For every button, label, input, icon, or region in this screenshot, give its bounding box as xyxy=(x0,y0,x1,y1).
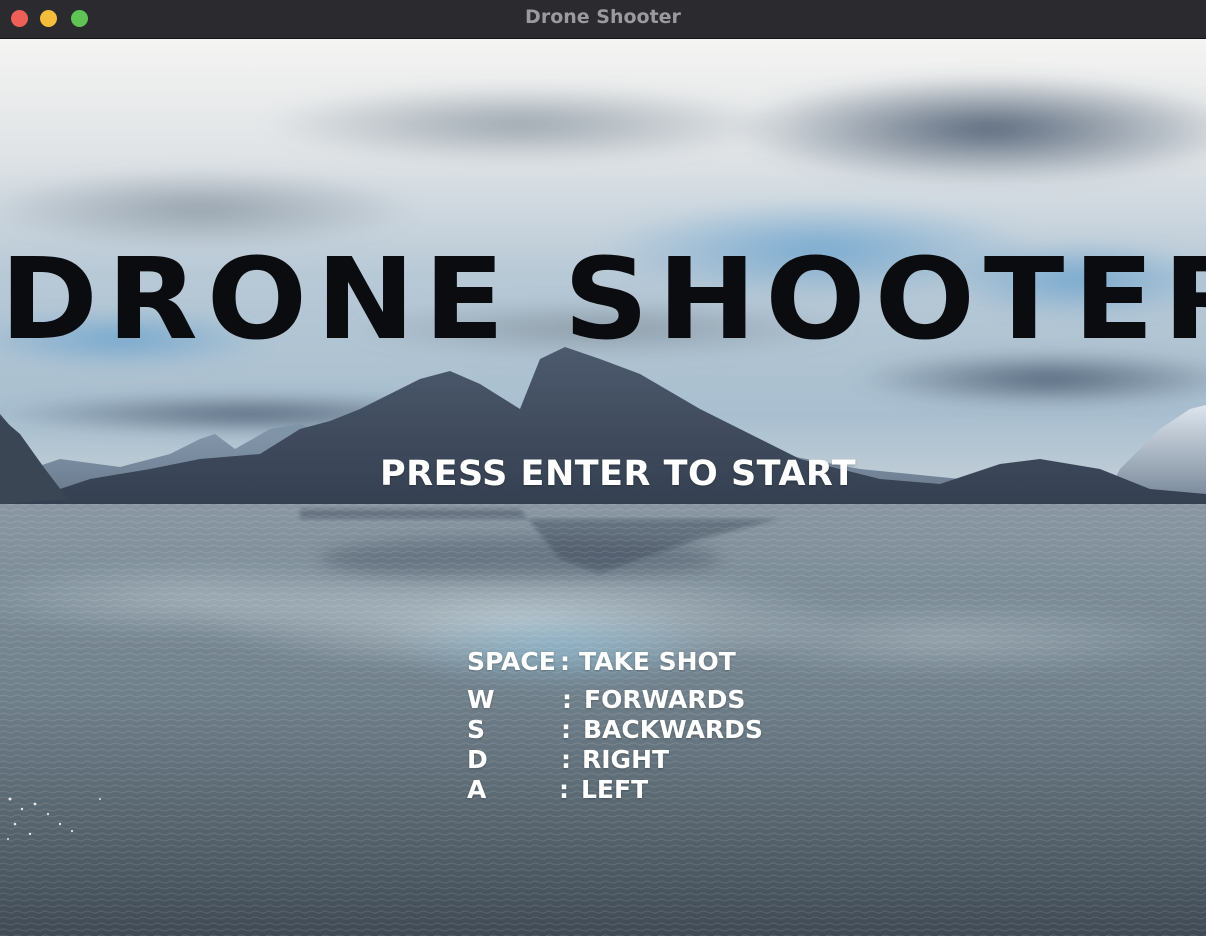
control-separator: : xyxy=(561,745,571,774)
control-separator: : xyxy=(562,685,572,714)
game-title: DRONE SHOOTER xyxy=(0,233,1206,365)
control-action: BACKWARDS xyxy=(583,715,763,744)
control-key: SPACE xyxy=(467,647,556,676)
game-window: Drone Shooter DRONE SHOOTER PRESS ENTER … xyxy=(0,0,1206,936)
control-action: FORWARDS xyxy=(584,685,746,714)
control-action: LEFT xyxy=(581,775,649,804)
control-key: A xyxy=(467,775,487,804)
control-separator: : xyxy=(559,775,569,804)
game-canvas[interactable]: DRONE SHOOTER PRESS ENTER TO START SPACE… xyxy=(0,39,1206,936)
control-separator: : xyxy=(560,647,570,676)
control-action: RIGHT xyxy=(582,745,670,774)
control-key: D xyxy=(467,745,488,774)
window-title: Drone Shooter xyxy=(525,6,681,28)
window-titlebar[interactable]: Drone Shooter xyxy=(0,0,1206,39)
control-separator: : xyxy=(561,715,571,744)
press-enter-prompt: PRESS ENTER TO START xyxy=(380,454,857,494)
control-action: TAKE SHOT xyxy=(579,647,736,676)
control-key: S xyxy=(467,715,486,744)
control-key: W xyxy=(467,685,495,714)
